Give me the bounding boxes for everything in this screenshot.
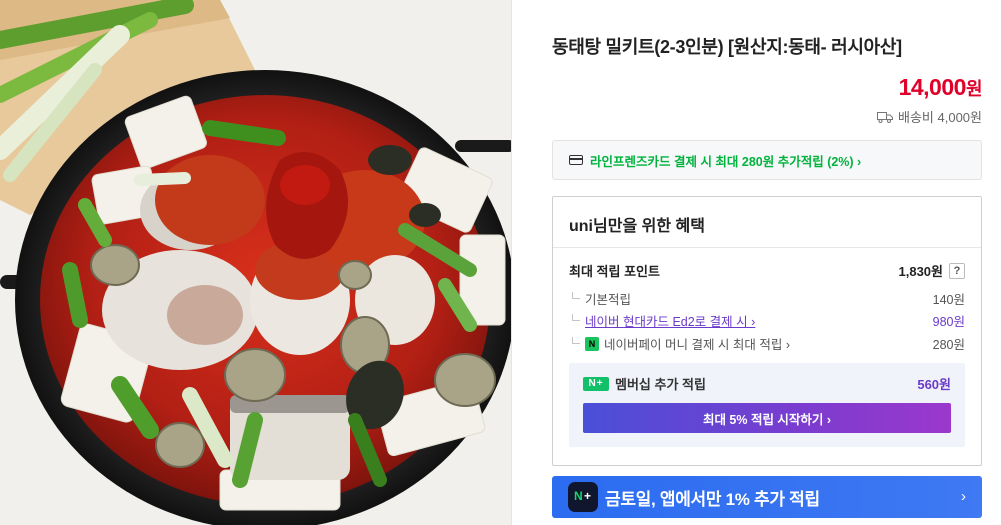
benefit-user-name: uni [569,218,593,235]
max-points-value: 1,830원 [898,264,944,279]
chevron-right-icon: › [961,488,966,505]
tree-branch-icon [572,314,580,321]
product-title: 동태탕 밀키트(2-3인분) [원산지:동태- 러시아산] [552,37,902,57]
help-icon[interactable]: ? [949,262,965,279]
promo-text: 금토일, 앱에서만 1% 추가 적립 [605,489,820,509]
max-points-label: 최대 적립 포인트 [569,264,660,279]
naver-plus-icon: N+ [583,376,609,391]
card-benefit-text: 라인프렌즈카드 결제 시 최대 280원 추가적립 (2%) › [590,154,862,169]
shipping-fee: 배송비 4,000원 [877,107,982,126]
membership-value: 560원 [917,377,951,392]
benefit-header: uni님만을 위한 혜택 [553,197,981,248]
points-row-value: 140원 [932,293,965,307]
tree-branch-icon [572,292,580,299]
benefit-box: uni님만을 위한 혜택 최대 적립 포인트 1,830원 ? 기본적립 140… [552,196,982,466]
membership-row: N+ 멤버십 추가 적립 560원 [583,374,951,393]
stew-photo-illustration [0,0,511,525]
points-row-label: 기본적립 [585,293,632,307]
max-points-row: 최대 적립 포인트 1,830원 ? [569,261,965,280]
start-membership-button[interactable]: 최대 5% 적립 시작하기 › [583,403,951,433]
product-info-panel: 동태탕 밀키트(2-3인분) [원산지:동태- 러시아산] 14,000원 배송… [552,0,983,525]
naver-pay-icon: N [585,336,599,351]
price-unit: 원 [965,79,983,99]
product-price: 14,000원 [898,74,983,101]
truck-icon [877,111,894,123]
card-benefit-banner[interactable]: 라인프렌즈카드 결제 시 최대 280원 추가적립 (2%) › [552,140,982,180]
badge-n: N [574,489,583,503]
points-row-basic: 기본적립 140원 [572,289,965,308]
benefit-header-text: 님만을 위한 혜택 [593,218,705,235]
app-promo-banner[interactable]: N + 금토일, 앱에서만 1% 추가 적립 › [552,476,982,518]
membership-box: N+ 멤버십 추가 적립 560원 최대 5% 적립 시작하기 › [569,363,965,447]
membership-label: 멤버십 추가 적립 [615,377,706,392]
shipping-text: 배송비 4,000원 [898,110,982,125]
naver-plus-app-icon: N + [568,482,598,512]
points-row-hyundai-card: 네이버 현대카드 Ed2로 결제 시 › 980원 [572,311,965,330]
points-row-value: 280원 [932,338,965,352]
points-row-value: 980원 [932,315,965,329]
hyundai-card-link[interactable]: 네이버 현대카드 Ed2로 결제 시 › [585,311,755,330]
npay-money-link[interactable]: 네이버페이 머니 결제 시 최대 적립 › [604,334,790,353]
price-value: 14,000 [898,74,967,100]
product-image [0,0,512,525]
points-row-npay-money: N 네이버페이 머니 결제 시 최대 적립 › 280원 [572,334,965,353]
badge-plus: + [584,489,592,503]
tree-branch-icon [572,337,580,344]
credit-card-icon [569,155,583,165]
